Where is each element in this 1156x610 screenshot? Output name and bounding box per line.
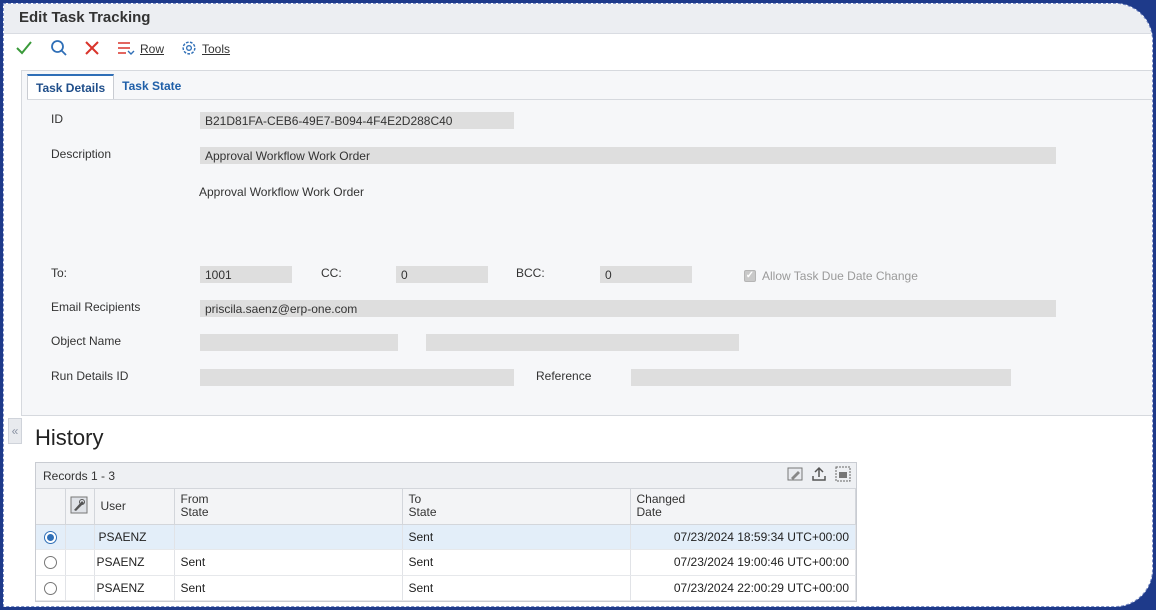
grid-tools-icon [70, 496, 88, 517]
toolbar: Row Tools [4, 34, 1152, 64]
edit-columns-icon [787, 466, 803, 485]
records-count: Records 1 - 3 [43, 469, 116, 483]
maximize-grid-button[interactable] [834, 466, 852, 484]
changed-date-header-line1: Changed [636, 492, 686, 507]
window-title: Edit Task Tracking [19, 9, 151, 26]
row-select-radio[interactable] [36, 575, 66, 601]
user-header-label: User [100, 498, 126, 513]
row-select-radio[interactable] [36, 549, 66, 576]
search-button[interactable] [49, 38, 69, 60]
history-title: History [35, 425, 104, 450]
table-row[interactable]: PSAENZ Sent 07/23/2024 18:59:34 UTC+00:0… [36, 524, 856, 550]
to-state-cell: Sent [402, 575, 631, 601]
title-bar: Edit Task Tracking [4, 4, 1152, 34]
reference-label: Reference [536, 369, 592, 383]
task-form-panel: Task Details Task State ID B21D81FA-CEB6… [21, 70, 1152, 416]
changed-date-cell: 07/23/2024 19:00:46 UTC+00:00 [630, 549, 856, 576]
table-header-row: User From State To State Changed Date [36, 489, 856, 525]
close-icon [82, 38, 102, 61]
changed-date-header-line2: Date [636, 505, 662, 520]
description-field[interactable]: Approval Workflow Work Order [200, 147, 1056, 164]
bcc-label: BCC: [516, 266, 545, 280]
object-name-label: Object Name [51, 334, 122, 348]
tools-menu-label: Tools [202, 42, 231, 56]
radio-unselected-icon [43, 556, 57, 570]
tab-task-state[interactable]: Task State [114, 74, 189, 100]
run-details-label: Run Details ID [51, 369, 129, 383]
to-state-cell: Sent [402, 549, 631, 576]
tools-menu-button[interactable]: Tools [180, 38, 230, 60]
description-label: Description [51, 147, 112, 161]
object-name-field[interactable] [200, 334, 398, 351]
row-spacer-cell [65, 575, 95, 601]
checkbox-checked-icon: ✓ [744, 270, 756, 282]
user-cell: PSAENZ [94, 549, 175, 576]
app-window: Edit Task Tracking Row Tools Task Detail… [3, 3, 1153, 607]
tab-task-details[interactable]: Task Details [27, 74, 115, 100]
description-text: Approval Workflow Work Order [199, 185, 364, 199]
history-grid: Records 1 - 3 User From State To State C… [35, 462, 857, 602]
row-spacer-cell [65, 524, 95, 550]
row-select-radio[interactable] [36, 524, 66, 550]
to-field[interactable]: 1001 [200, 266, 292, 283]
tab-divider [27, 99, 1152, 100]
search-icon [49, 38, 69, 61]
row-menu-button[interactable]: Row [116, 38, 164, 60]
from-state-header-line2: State [180, 505, 209, 520]
grid-header-bar: Records 1 - 3 [36, 463, 856, 489]
from-state-cell [174, 524, 403, 550]
user-column-header[interactable]: User [94, 489, 175, 525]
customize-grid-button[interactable] [786, 466, 804, 484]
changed-date-cell: 07/23/2024 18:59:34 UTC+00:00 [630, 524, 856, 550]
run-details-field[interactable] [200, 369, 514, 386]
upload-icon [811, 466, 827, 485]
history-table: User From State To State Changed Date PSAEN… [36, 489, 856, 601]
to-state-header-line2: State [408, 505, 437, 520]
from-state-column-header[interactable]: From State [174, 489, 403, 525]
row-list-icon [116, 38, 136, 61]
email-recipients-label: Email Recipients [51, 300, 141, 314]
ok-button[interactable] [14, 38, 34, 60]
export-button[interactable] [810, 466, 828, 484]
email-recipients-field[interactable]: priscila.saenz@erp-one.com [200, 300, 1056, 317]
grid-actions [786, 466, 852, 484]
user-cell: PSAENZ [94, 575, 175, 601]
allow-due-date-checkbox[interactable]: ✓ Allow Task Due Date Change [744, 269, 918, 283]
tab-bar: Task Details Task State [27, 74, 189, 100]
id-label: ID [51, 112, 63, 126]
table-row[interactable]: PSAENZ Sent Sent 07/23/2024 22:00:29 UTC… [36, 575, 856, 601]
object-name-field-2[interactable] [426, 334, 739, 351]
radio-unselected-icon [43, 581, 57, 595]
reference-field[interactable] [631, 369, 1011, 386]
to-state-header-line1: To [408, 492, 422, 507]
expand-icon [835, 466, 851, 485]
bcc-field[interactable]: 0 [600, 266, 692, 283]
allow-due-date-label: Allow Task Due Date Change [762, 269, 918, 283]
to-label: To: [51, 266, 68, 280]
row-menu-label: Row [140, 42, 165, 56]
changed-date-cell: 07/23/2024 22:00:29 UTC+00:00 [630, 575, 856, 601]
cancel-button[interactable] [82, 38, 102, 60]
collapse-panel-handle[interactable]: « [8, 418, 22, 444]
table-row[interactable]: PSAENZ Sent Sent 07/23/2024 19:00:46 UTC… [36, 549, 856, 576]
id-field[interactable]: B21D81FA-CEB6-49E7-B094-4F4E2D288C40 [200, 112, 514, 129]
gear-icon [180, 39, 198, 60]
from-state-cell: Sent [174, 575, 403, 601]
grid-tools-column-header[interactable] [65, 489, 95, 525]
select-column-header [36, 489, 66, 525]
from-state-cell: Sent [174, 549, 403, 576]
double-chevron-left-icon: « [11, 424, 19, 438]
radio-selected-icon [43, 530, 57, 544]
check-icon [14, 38, 34, 61]
to-state-cell: Sent [402, 524, 631, 550]
cc-field[interactable]: 0 [396, 266, 488, 283]
user-cell: PSAENZ [94, 524, 175, 550]
changed-date-column-header[interactable]: Changed Date [630, 489, 856, 525]
from-state-header-line1: From [180, 492, 209, 507]
row-spacer-cell [65, 549, 95, 576]
to-state-column-header[interactable]: To State [402, 489, 631, 525]
cc-label: CC: [321, 266, 342, 280]
